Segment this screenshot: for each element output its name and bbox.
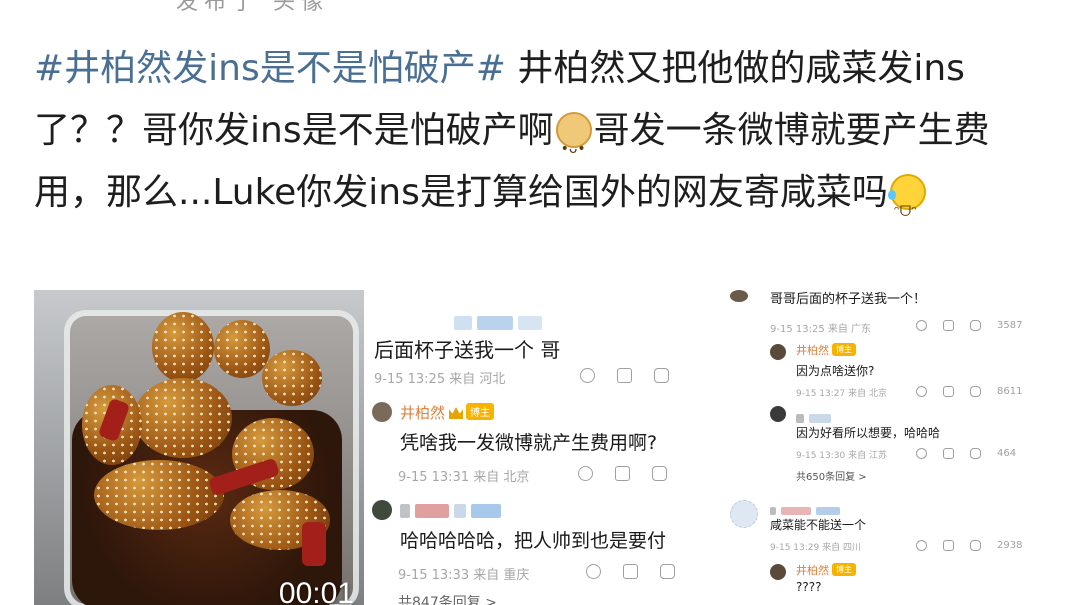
reply-icon[interactable] <box>660 564 675 579</box>
hashtag-link[interactable]: #井柏然发ins是不是怕破产# <box>34 48 506 89</box>
reply-icon[interactable] <box>970 386 981 397</box>
avatar[interactable] <box>770 564 786 580</box>
blurred-username <box>400 500 502 519</box>
potato <box>214 320 270 378</box>
dislike-icon[interactable] <box>578 466 593 481</box>
dislike-icon[interactable] <box>586 564 601 579</box>
cropped-header-text: 发布了 头像 <box>176 0 329 15</box>
dislike-icon[interactable] <box>916 386 927 397</box>
reply-icon[interactable] <box>652 466 667 481</box>
comment-meta: 9-15 13:25 来自 广东 <box>770 324 872 335</box>
comment-meta: 9-15 13:29 来自 四川 <box>770 543 861 553</box>
reply-icon[interactable] <box>970 448 981 459</box>
video-duration: 00:01 <box>278 577 354 605</box>
video-thumbnail[interactable]: 00:01 <box>34 290 364 605</box>
comment-actions: 8611 <box>916 386 1022 397</box>
reply-icon[interactable] <box>654 368 669 383</box>
comment-actions <box>578 466 667 481</box>
potato <box>262 350 322 406</box>
reply-count-link[interactable]: 共650条回复 > <box>796 468 867 483</box>
comment-actions: 464 <box>916 448 1016 459</box>
avatar[interactable] <box>372 500 392 520</box>
like-count[interactable]: 464 <box>997 448 1016 459</box>
reply-icon[interactable] <box>970 320 981 331</box>
potato <box>94 460 224 530</box>
comment-text: 哥哥后面的杯子送我一个！ <box>770 292 927 307</box>
avatar[interactable] <box>730 290 748 302</box>
dislike-icon[interactable] <box>916 540 927 551</box>
share-icon[interactable] <box>617 368 632 383</box>
share-icon[interactable] <box>943 320 954 331</box>
share-icon[interactable] <box>615 466 630 481</box>
comment-text: 凭啥我一发微博就产生费用啊? <box>400 432 658 454</box>
potato <box>134 378 232 458</box>
comment-screenshot-middle[interactable]: 后面杯子送我一个 哥 9-15 13:25 来自 河北 井柏然 博主 凭啥我一发微… <box>368 290 708 605</box>
author-line: 井柏然 博主 <box>796 562 856 578</box>
comment-actions <box>580 368 669 383</box>
comment-actions <box>586 564 675 579</box>
dislike-icon[interactable] <box>916 448 927 459</box>
author-line: 井柏然 博主 <box>400 402 495 423</box>
comment-text: 哈哈哈哈哈，把人帅到也是要付 <box>400 530 667 552</box>
share-icon[interactable] <box>943 448 954 459</box>
author-badge: 博主 <box>466 403 495 420</box>
like-count[interactable]: 8611 <box>997 386 1022 397</box>
avatar[interactable] <box>770 406 786 422</box>
like-count[interactable]: 2938 <box>997 540 1022 551</box>
reply-count-link[interactable]: 共847条回复 > <box>398 592 497 605</box>
avatar[interactable] <box>770 344 786 360</box>
comment-meta: 9-15 13:33 来自 重庆 <box>398 568 530 583</box>
author-name[interactable]: 井柏然 <box>796 344 829 357</box>
comment-actions: 2938 <box>916 540 1022 551</box>
comment-text: 后面杯子送我一个 哥 <box>374 338 561 362</box>
doge-emoji-icon <box>555 112 592 180</box>
comment-actions: 3587 <box>916 320 1022 331</box>
comment-meta: 9-15 13:27 来自 北京 <box>796 389 887 399</box>
author-name[interactable]: 井柏然 <box>400 404 445 422</box>
author-name[interactable]: 井柏然 <box>796 564 829 577</box>
dislike-icon[interactable] <box>580 368 595 383</box>
avatar[interactable] <box>372 402 392 422</box>
comment-screenshot-right[interactable]: 哥哥后面的杯子送我一个！ 9-15 13:25 来自 广东 3587 井柏然 博主… <box>712 290 1046 605</box>
share-icon[interactable] <box>623 564 638 579</box>
dislike-icon[interactable] <box>916 320 927 331</box>
comment-text: 因为点啥送你? <box>796 364 875 378</box>
comment-text: 因为好看所以想要，哈哈哈 <box>796 426 941 440</box>
author-badge: 博主 <box>832 343 856 356</box>
potato <box>152 312 214 382</box>
chili-pepper <box>302 522 326 566</box>
comment-meta: 9-15 13:25 来自 河北 <box>374 372 506 387</box>
reply-icon[interactable] <box>970 540 981 551</box>
post-body: #井柏然发ins是不是怕破产# 井柏然又把他做的咸菜发ins了？？哥你发ins是… <box>34 38 1054 243</box>
author-line: 井柏然 博主 <box>796 342 856 358</box>
author-badge: 博主 <box>832 563 856 576</box>
crown-icon <box>449 407 464 419</box>
share-icon[interactable] <box>943 386 954 397</box>
share-icon[interactable] <box>943 540 954 551</box>
comment-text: 咸菜能不能送一个 <box>770 518 867 532</box>
laugh-cry-emoji-icon <box>887 174 926 243</box>
like-count[interactable]: 3587 <box>997 320 1022 331</box>
avatar[interactable] <box>730 500 758 528</box>
comment-text: ???? <box>796 580 822 594</box>
comment-meta: 9-15 13:30 来自 江苏 <box>796 451 887 461</box>
comment-meta: 9-15 13:31 来自 北京 <box>398 470 530 485</box>
blurred-username <box>454 312 543 331</box>
